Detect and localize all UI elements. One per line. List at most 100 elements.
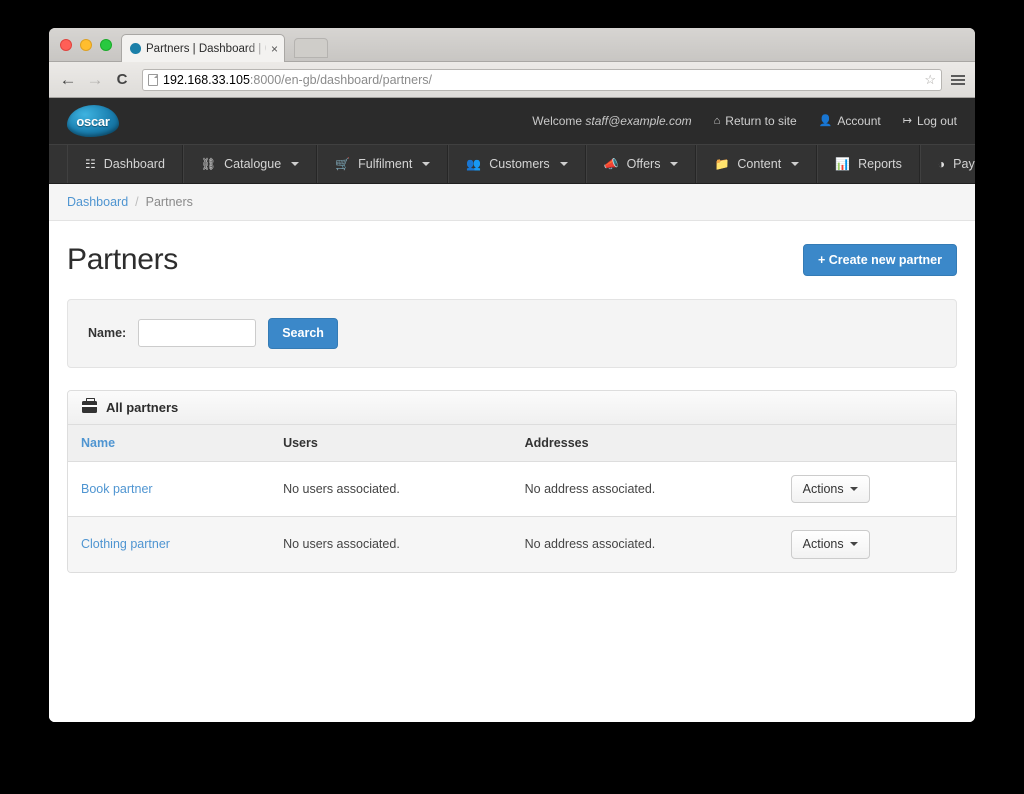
oscar-header: oscar Welcome staff@example.com ⌂ Return… [49, 98, 975, 144]
minimize-window-button[interactable] [80, 39, 92, 51]
nav-label-fulfilment: Fulfilment [358, 157, 413, 171]
browser-window: Partners | Dashboard | Osc × ← → C 192.1… [49, 28, 975, 722]
cell-partner-users: No users associated. [270, 516, 512, 572]
forward-button[interactable]: → [86, 71, 104, 88]
page-title-row: Partners + Create new partner [67, 243, 957, 277]
page-title: Partners [67, 243, 178, 276]
maximize-window-button[interactable] [100, 39, 112, 51]
browser-tab[interactable]: Partners | Dashboard | Osc × [121, 34, 285, 62]
window-traffic-lights [60, 39, 112, 51]
cell-partner-addresses: No address associated. [511, 516, 778, 572]
search-button[interactable]: Search [268, 318, 338, 349]
globe-icon: ◑ [937, 157, 946, 171]
nav-item-reports[interactable]: 📊 Reports [817, 145, 920, 183]
name-search-input[interactable] [138, 319, 257, 348]
cell-partner-addresses: No address associated. [511, 461, 778, 517]
nav-label-customers: Customers [489, 157, 550, 171]
sort-by-name-link[interactable]: Name [81, 436, 115, 450]
chevron-down-icon [849, 486, 858, 491]
return-to-site-label: Return to site [725, 114, 797, 128]
partners-table: Name Users Addresses Book partner No use… [68, 424, 956, 572]
nav-item-catalogue[interactable]: ⛓ Catalogue [182, 145, 318, 183]
logout-label: Log out [916, 114, 957, 128]
list-icon: ☷ [85, 157, 96, 171]
nav-item-dashboard[interactable]: ☷ Dashboard [67, 145, 183, 183]
header-right-links: Welcome staff@example.com ⌂ Return to si… [532, 114, 957, 128]
oscar-logo[interactable]: oscar [67, 105, 119, 137]
cell-partner-actions: Actions [777, 461, 956, 517]
breadcrumb-separator: / [135, 195, 139, 209]
account-link[interactable]: 👤 Account [819, 114, 881, 128]
bookmark-star-icon[interactable]: ☆ [924, 72, 936, 88]
favicon-icon [130, 43, 141, 54]
table-row: Clothing partner No users associated. No… [68, 516, 956, 572]
reload-button[interactable]: C [113, 72, 131, 87]
column-header-name: Name [68, 424, 271, 462]
chevron-down-icon [849, 542, 858, 547]
nav-label-reports: Reports [858, 157, 902, 171]
column-header-users: Users [270, 424, 512, 462]
cell-partner-actions: Actions [777, 516, 956, 572]
chevron-down-icon [422, 162, 431, 166]
page-content: oscar Welcome staff@example.com ⌂ Return… [49, 98, 975, 722]
partner-name-link[interactable]: Clothing partner [81, 537, 170, 551]
account-label: Account [837, 114, 881, 128]
nav-label-paypal: PayPal [953, 157, 975, 171]
return-to-site-link[interactable]: ⌂ Return to site [714, 114, 797, 128]
url-path: :8000/en-gb/dashboard/partners/ [249, 72, 432, 87]
users-icon: 👥 [466, 157, 482, 171]
nav-item-paypal[interactable]: ◑ PayPal [919, 145, 975, 183]
back-button[interactable]: ← [59, 71, 77, 88]
page-info-icon [148, 73, 158, 86]
column-header-actions [777, 424, 956, 462]
new-tab-button[interactable] [294, 38, 328, 58]
panel-header: All partners [68, 390, 956, 425]
create-new-partner-button[interactable]: + Create new partner [802, 243, 957, 277]
browser-toolbar: ← → C 192.168.33.105:8000/en-gb/dashboar… [49, 62, 975, 98]
panel-title: All partners [106, 399, 179, 415]
url-host: 192.168.33.105 [163, 72, 250, 87]
nav-item-content[interactable]: 📁 Content [696, 145, 818, 183]
actions-dropdown-button[interactable]: Actions [790, 474, 870, 503]
sitemap-icon: ⛓ [200, 157, 217, 171]
table-row: Book partner No users associated. No add… [68, 461, 956, 517]
home-icon: ⌂ [713, 114, 721, 127]
actions-dropdown-button[interactable]: Actions [790, 530, 870, 559]
nav-item-offers[interactable]: 📣 Offers [585, 145, 697, 183]
logout-link[interactable]: ↦ Log out [903, 114, 957, 128]
page-body: Partners + Create new partner Name: Sear… [49, 221, 975, 722]
chevron-down-icon [559, 162, 568, 166]
megaphone-icon: 📣 [603, 157, 619, 171]
column-header-addresses: Addresses [511, 424, 778, 462]
user-icon: 👤 [818, 114, 833, 127]
browser-menu-icon[interactable] [951, 74, 965, 85]
nav-item-customers[interactable]: 👥 Customers [448, 145, 586, 183]
welcome-text: Welcome staff@example.com [532, 114, 691, 128]
nav-label-content: Content [737, 157, 782, 171]
partner-name-link[interactable]: Book partner [81, 482, 153, 496]
nav-item-fulfilment[interactable]: 🛒 Fulfilment [317, 145, 449, 183]
table-header-row: Name Users Addresses [68, 424, 956, 462]
close-window-button[interactable] [60, 39, 72, 51]
breadcrumb-current: Partners [145, 195, 193, 209]
cell-partner-users: No users associated. [270, 461, 512, 517]
breadcrumb: Dashboard / Partners [67, 195, 957, 209]
address-bar[interactable]: 192.168.33.105:8000/en-gb/dashboard/part… [142, 68, 942, 91]
sign-out-icon: ↦ [902, 114, 912, 127]
shopping-cart-icon: 🛒 [335, 157, 351, 171]
browser-tab-strip: Partners | Dashboard | Osc × [49, 28, 975, 62]
chevron-down-icon [670, 162, 679, 166]
name-field-label: Name: [88, 326, 127, 341]
cell-partner-name: Clothing partner [68, 516, 271, 572]
main-navigation: ☷ Dashboard ⛓ Catalogue 🛒 Fulfilment 👥 C… [49, 144, 975, 184]
nav-label-dashboard: Dashboard [103, 157, 165, 171]
welcome-prefix: Welcome [532, 114, 586, 128]
folder-icon: 📁 [714, 157, 730, 171]
actions-label: Actions [802, 481, 844, 496]
breadcrumb-dashboard-link[interactable]: Dashboard [67, 195, 128, 209]
bar-chart-icon: 📊 [835, 157, 851, 171]
close-tab-icon[interactable]: × [271, 43, 278, 55]
oscar-logo-text: oscar [76, 113, 110, 129]
url-text: 192.168.33.105:8000/en-gb/dashboard/part… [163, 73, 432, 87]
breadcrumb-bar: Dashboard / Partners [49, 184, 975, 221]
